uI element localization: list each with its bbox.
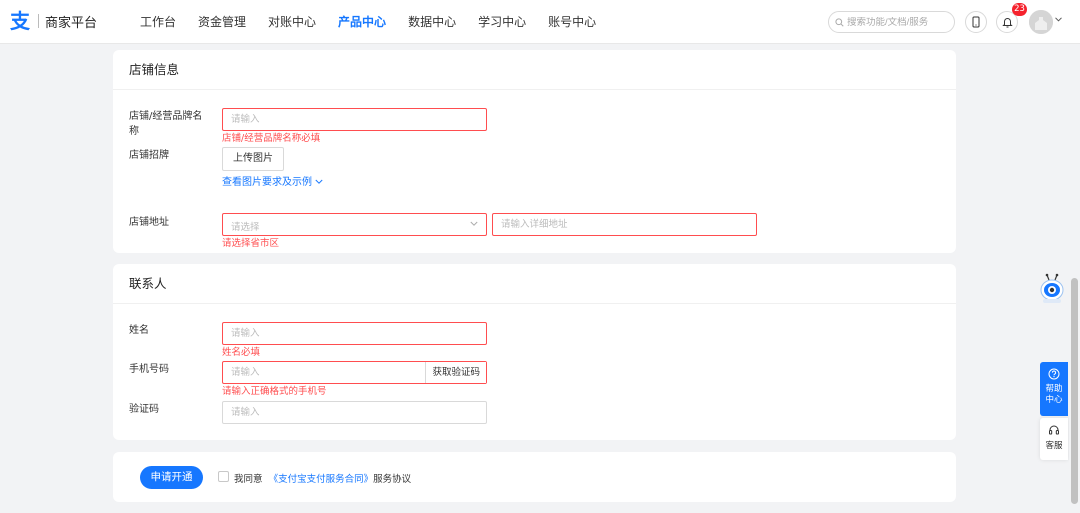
contact-name-error: 姓名必填 (222, 347, 261, 358)
action-card: 申请开通 我同意 《支付宝支付服务合同》服务协议 (113, 452, 956, 502)
robot-assistant-icon[interactable] (1039, 273, 1065, 305)
help-label-line1: 帮助 (1045, 384, 1063, 394)
apply-button[interactable]: 申请开通 (140, 466, 203, 489)
help-label-line2: 中心 (1045, 395, 1063, 405)
contact-card: 联系人 姓名 姓名必填 手机号码 获取验证码 请输入正确格式的手机号 验证码 (113, 264, 956, 440)
phone-error: 请输入正确格式的手机号 (222, 386, 327, 397)
agree-suffix: 服务协议 (373, 474, 412, 485)
logo-divider (38, 14, 39, 28)
logo[interactable]: 支 商家平台 (10, 10, 97, 32)
detail-address-field[interactable] (492, 213, 757, 236)
help-icon (1048, 368, 1060, 380)
search-box[interactable] (828, 11, 955, 33)
nav-item-reconciliation[interactable]: 对账中心 (268, 0, 316, 44)
region-select-placeholder: 请选择 (231, 222, 260, 233)
store-name-label: 店铺/经营品牌名 称 (129, 109, 202, 139)
agreement-text: 我同意 《支付宝支付服务合同》服务协议 (234, 471, 411, 485)
alipay-logo-icon: 支 (10, 9, 30, 33)
nav-item-account[interactable]: 账号中心 (548, 0, 596, 44)
phone-input[interactable] (223, 362, 418, 383)
store-sign-label: 店铺招牌 (129, 150, 169, 161)
store-name-field[interactable] (222, 108, 487, 131)
contact-title: 联系人 (113, 264, 956, 304)
view-requirements-text: 查看图片要求及示例 (222, 177, 312, 188)
detail-address-input[interactable] (493, 214, 756, 235)
avatar-placeholder-icon (1029, 10, 1053, 34)
chevron-down-icon (315, 179, 323, 184)
code-field[interactable] (222, 401, 487, 424)
region-error: 请选择省市区 (222, 238, 280, 249)
agree-prefix: 我同意 (234, 474, 263, 485)
store-name-error: 店铺/经营品牌名称必填 (222, 133, 321, 144)
help-center-button[interactable]: 帮助 中心 (1040, 362, 1068, 416)
main-nav: 工作台 资金管理 对账中心 产品中心 数据中心 学习中心 账号中心 (140, 0, 618, 44)
contact-name-label: 姓名 (129, 325, 149, 336)
notification-badge: 23 (1012, 3, 1027, 16)
bell-icon (1001, 18, 1013, 28)
store-info-card: 店铺信息 店铺/经营品牌名 称 店铺/经营品牌名称必填 店铺招牌 上传图片 查看… (113, 50, 956, 253)
phone-label: 手机号码 (129, 364, 169, 375)
store-name-label-line2: 称 (129, 126, 139, 137)
chevron-down-icon (470, 221, 478, 226)
nav-item-funds[interactable]: 资金管理 (198, 0, 246, 44)
search-icon (835, 17, 844, 27)
region-select[interactable]: 请选择 (222, 213, 487, 236)
contact-name-input[interactable] (223, 323, 486, 344)
nav-item-workbench[interactable]: 工作台 (140, 0, 176, 44)
search-input[interactable] (847, 16, 947, 28)
user-avatar[interactable] (1029, 10, 1053, 34)
store-address-label: 店铺地址 (129, 217, 169, 228)
customer-service-label: 客服 (1045, 441, 1063, 451)
platform-name: 商家平台 (45, 15, 98, 31)
contact-name-field[interactable] (222, 322, 487, 345)
nav-item-learning[interactable]: 学习中心 (478, 0, 526, 44)
chevron-down-icon[interactable] (1055, 17, 1062, 22)
mobile-icon (972, 16, 980, 28)
nav-item-data[interactable]: 数据中心 (408, 0, 456, 44)
mobile-button[interactable] (965, 11, 987, 33)
code-input[interactable] (223, 402, 486, 423)
upload-image-button[interactable]: 上传图片 (222, 147, 284, 171)
store-name-input[interactable] (223, 109, 486, 130)
store-name-label-line1: 店铺/经营品牌名 (129, 111, 203, 122)
agree-checkbox[interactable] (218, 471, 229, 482)
scrollbar-thumb[interactable] (1071, 278, 1078, 504)
view-requirements-link[interactable]: 查看图片要求及示例 (222, 176, 323, 190)
code-label: 验证码 (129, 404, 159, 415)
phone-field[interactable]: 获取验证码 (222, 361, 487, 384)
customer-service-button[interactable]: 客服 (1040, 418, 1068, 460)
nav-item-products[interactable]: 产品中心 (338, 0, 386, 44)
get-code-button[interactable]: 获取验证码 (425, 362, 486, 383)
agreement-link[interactable]: 《支付宝支付服务合同》 (269, 474, 374, 485)
headset-icon (1049, 425, 1060, 435)
top-navigation-bar: 支 商家平台 工作台 资金管理 对账中心 产品中心 数据中心 学习中心 账号中心… (0, 0, 1080, 44)
store-info-title: 店铺信息 (113, 50, 956, 90)
